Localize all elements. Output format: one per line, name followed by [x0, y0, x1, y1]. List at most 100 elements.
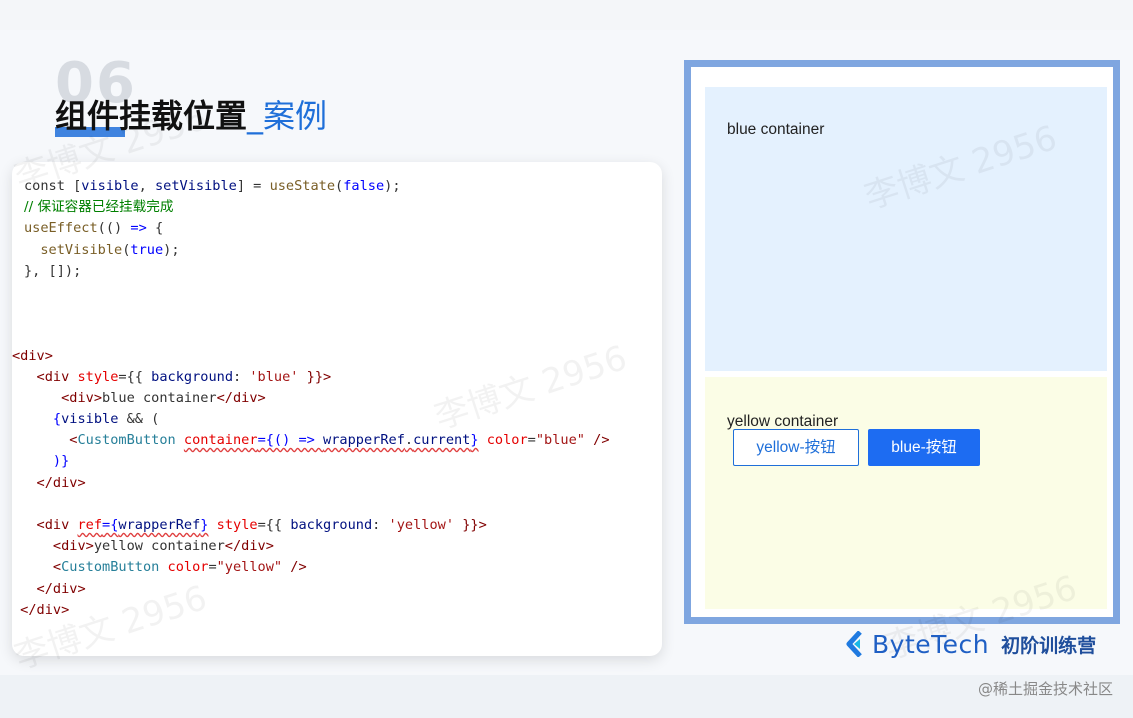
- code-line: </div>: [12, 473, 652, 494]
- code-line: useEffect(() => {: [12, 218, 652, 239]
- title-accent: 案例: [263, 97, 328, 135]
- code-token: false: [343, 178, 385, 194]
- code-token: ={{: [257, 517, 291, 533]
- code-line: // 保证容器已经挂载完成: [12, 197, 652, 218]
- code-token: true: [130, 241, 164, 258]
- code-token: const: [24, 178, 74, 194]
- code-token: <: [12, 432, 78, 449]
- code-token: <div>: [12, 389, 103, 406]
- code-line: </div>: [12, 600, 652, 621]
- code-token: =>: [130, 220, 147, 237]
- code-token: ] =: [236, 178, 270, 194]
- code-line: <div>: [12, 346, 652, 367]
- code-token: useState: [269, 178, 336, 194]
- title-separator: _: [247, 97, 264, 135]
- code-token: useEffect: [24, 220, 98, 237]
- code-token: {: [146, 220, 164, 237]
- code-token: color: [486, 432, 528, 449]
- code-token: blue container: [102, 389, 217, 406]
- code-token: }}>: [298, 368, 332, 385]
- code-token: </div>: [12, 580, 86, 597]
- code-token: CustomButton: [61, 559, 160, 576]
- code-token: "yellow": [216, 559, 283, 576]
- code-token: wrapperRef: [323, 432, 405, 449]
- preview-frame: blue container yellow container yellow-按…: [684, 60, 1120, 624]
- code-token: </div>: [216, 389, 266, 406]
- code-token: setVisible: [154, 178, 237, 194]
- title-main: 组件挂载位置: [55, 97, 248, 135]
- code-token: {: [12, 411, 62, 428]
- code-token: />: [282, 559, 307, 576]
- code-token: ((): [97, 220, 131, 237]
- footer-credit: @稀土掘金技术社区: [977, 680, 1113, 698]
- code-token: background: [290, 517, 373, 533]
- code-token: ={() =>: [257, 432, 324, 449]
- code-token: ={{: [118, 368, 152, 385]
- code-token: =: [527, 432, 536, 449]
- code-line: {visible && (: [12, 409, 652, 430]
- code-token: && (: [118, 411, 160, 428]
- slide-title: 组件挂载位置_案例: [55, 96, 327, 136]
- code-token: </div>: [12, 474, 86, 491]
- code-token: container: [183, 432, 258, 449]
- code-line: const [visible, setVisible] = useState(f…: [12, 176, 652, 197]
- code-token: color: [167, 559, 209, 576]
- brand-name: ByteTech: [872, 629, 990, 659]
- code-token: :: [372, 517, 389, 533]
- code-line: <div>blue container</div>: [12, 388, 652, 409]
- code-token: 'yellow': [388, 517, 455, 533]
- code-block: const [visible, setVisible] = useState(f…: [12, 176, 652, 621]
- code-token: }, []);: [24, 262, 82, 279]
- code-line: }, []);: [12, 261, 652, 282]
- code-token: ,: [138, 178, 155, 194]
- code-token: visible: [81, 178, 139, 194]
- code-token: yellow container: [93, 538, 225, 555]
- brand-subtitle: 初阶训练营: [1001, 634, 1097, 657]
- code-token: <div: [12, 517, 78, 533]
- code-token: <div>: [12, 538, 94, 555]
- code-token: );: [384, 178, 401, 194]
- code-token: <div: [12, 368, 78, 385]
- brand: ByteTech 初阶训练营: [846, 628, 1096, 660]
- code-line: <CustomButton container={() => wrapperRe…: [12, 430, 652, 451]
- code-token: <div>: [12, 347, 53, 364]
- code-token: <: [12, 559, 62, 576]
- code-token: :: [233, 368, 250, 385]
- code-token: ={: [102, 517, 119, 533]
- code-token: );: [163, 241, 180, 258]
- code-token: wrapperRef: [118, 517, 201, 533]
- code-token: setVisible: [24, 241, 123, 258]
- code-token: background: [151, 368, 233, 385]
- code-token: CustomButton: [77, 432, 176, 449]
- code-token: )}: [12, 453, 70, 470]
- code-line: setVisible(true);: [12, 240, 652, 261]
- code-token: "blue": [535, 432, 585, 449]
- code-token: visible: [61, 411, 119, 428]
- yellow-button[interactable]: yellow-按钮: [733, 429, 859, 466]
- blue-container-label: blue container: [727, 121, 825, 138]
- blue-button[interactable]: blue-按钮: [868, 429, 980, 466]
- code-line: <div>yellow container</div>: [12, 536, 652, 557]
- code-token: // 保证容器已经挂载完成: [24, 199, 174, 216]
- code-token: }: [470, 432, 479, 449]
- code-token: 'blue': [249, 368, 299, 385]
- slide: 06 组件挂载位置_案例 const [visible, setVisible]…: [0, 0, 1133, 718]
- code-token: .: [404, 432, 414, 449]
- yellow-container: [705, 377, 1107, 609]
- bytetech-logo-icon: [846, 631, 862, 657]
- code-line: )}: [12, 451, 652, 472]
- code-token: current: [413, 432, 471, 449]
- code-token: />: [584, 432, 610, 449]
- code-token: style: [216, 517, 258, 533]
- code-token: (: [335, 178, 344, 194]
- code-token: </div>: [224, 538, 274, 555]
- code-token: </div>: [12, 601, 70, 618]
